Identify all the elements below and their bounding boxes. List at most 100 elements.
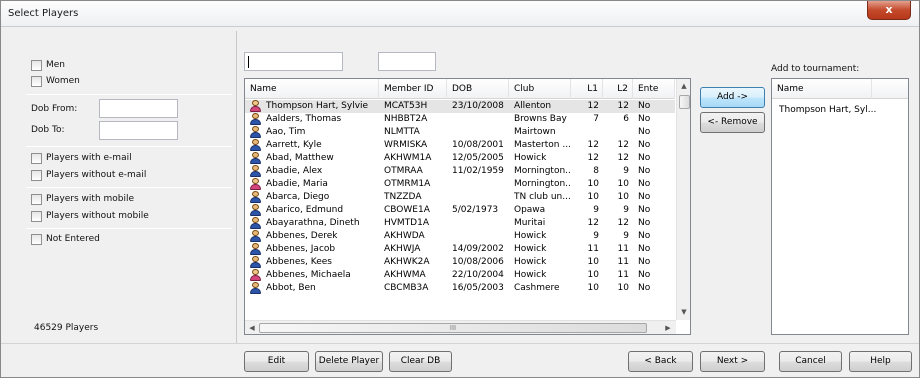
table-row[interactable]: Abayarathna, Dineth HVMTD1A Muritai 12 12 No [245, 217, 675, 230]
scroll-left-arrow-icon[interactable]: ◀ [247, 324, 257, 332]
help-button[interactable]: Help [849, 351, 912, 372]
column-header-dob[interactable]: DOB [447, 79, 509, 99]
vertical-scrollbar[interactable]: ▲ ▼ [676, 79, 690, 320]
cell-l1: 12 [587, 218, 599, 228]
male-player-icon [250, 204, 261, 216]
male-player-icon [250, 113, 261, 125]
delete-player-button[interactable]: Delete Player [315, 351, 383, 372]
table-row[interactable]: Abadie, Alex OTMRAA 11/02/1959 Mornington..… [245, 165, 675, 178]
table-row[interactable]: Abbenes, Kees AKHWK2A 10/08/2006 Howick 10 11… [245, 256, 675, 269]
table-row[interactable]: Abad, Matthew AKHWM1A 12/05/2005 Howick 12 12… [245, 152, 675, 165]
men-label: Men [46, 60, 66, 70]
cell-entered: No [638, 218, 651, 228]
not-entered-filter[interactable]: Not Entered [31, 232, 100, 246]
cell-name: Abbot, Ben [266, 283, 316, 293]
female-player-icon [250, 178, 261, 190]
tournament-column-name[interactable]: Name [772, 79, 872, 99]
without-email-filter[interactable]: Players without e-mail [31, 168, 146, 182]
table-row[interactable]: Abbenes, Michaela AKHWMA 22/10/2004 Howick 1… [245, 269, 675, 282]
table-row[interactable]: Abarico, Edmund CBOWE1A 5/02/1973 Opawa 9 9 No [245, 204, 675, 217]
column-header-club[interactable]: Club [509, 79, 571, 99]
players-grid[interactable]: Name Member ID DOB Club L1 L2 Ente Thomp… [244, 78, 691, 335]
without-mobile-filter[interactable]: Players without mobile [31, 209, 149, 223]
column-header-l1[interactable]: L1 [571, 79, 603, 99]
cell-dob [452, 178, 508, 191]
tournament-list-item[interactable]: Thompson Hart, Syl... [779, 105, 876, 115]
cell-entered: No [638, 153, 651, 163]
dob-from-label: Dob From: [31, 104, 78, 114]
men-checkbox[interactable] [31, 59, 42, 71]
cell-entered: No [638, 257, 651, 267]
cell-l2: 12 [617, 101, 629, 111]
scroll-right-arrow-icon[interactable]: ▶ [663, 324, 673, 332]
table-row[interactable]: Abbenes, Jacob AKHWJA 14/09/2002 Howick 11 11… [245, 243, 675, 256]
cell-l1: 12 [587, 101, 599, 111]
table-row[interactable]: Aao, Tim NLMTTA Mairtown No [245, 126, 675, 139]
table-row[interactable]: Abarca, Diego TNZZDA TN club un... 10 10 No [245, 191, 675, 204]
edit-button[interactable]: Edit [244, 351, 309, 372]
cell-l1: 9 [593, 205, 599, 215]
player-count: 46529 Players [34, 323, 99, 333]
table-row[interactable]: Aalders, Thomas NHBBT2A Browns Bay 7 6 No [245, 113, 675, 126]
with-mobile-filter[interactable]: Players with mobile [31, 192, 134, 206]
women-checkbox[interactable] [31, 75, 42, 87]
table-row[interactable]: Abadie, Maria OTMRM1A Mornington... 10 10 No [245, 178, 675, 191]
vertical-scroll-thumb[interactable] [679, 95, 690, 109]
remove-button[interactable]: <- Remove [700, 112, 765, 133]
dob-to-input[interactable] [99, 121, 178, 140]
cell-name: Abarico, Edmund [266, 205, 344, 215]
cell-entered: No [638, 114, 651, 124]
cell-l1: 12 [587, 140, 599, 150]
cell-dob [452, 191, 508, 204]
cell-l2: 12 [617, 153, 629, 163]
without-email-checkbox[interactable] [31, 169, 42, 181]
clear-db-button[interactable]: Clear DB [389, 351, 452, 372]
name-search-input[interactable] [244, 52, 343, 71]
column-header-l2[interactable]: L2 [603, 79, 633, 99]
cell-l2: 10 [617, 283, 629, 293]
member-id-search-input[interactable] [378, 52, 436, 71]
cell-club: Mornington... [514, 179, 570, 189]
column-header-member-id[interactable]: Member ID [379, 79, 447, 99]
table-row[interactable]: Aarrett, Kyle WRMISKA 10/08/2001 Masterton … [245, 139, 675, 152]
men-filter[interactable]: Men [31, 58, 65, 72]
next-button[interactable]: Next > [700, 351, 765, 372]
cell-club: Mornington... [514, 166, 570, 176]
male-player-icon [250, 165, 261, 177]
table-row[interactable]: Thompson Hart, Sylvie MCAT53H 23/10/2008 Al… [245, 100, 675, 113]
cell-dob: 23/10/2008 [452, 101, 504, 111]
close-button[interactable]: x [867, 1, 911, 20]
women-filter[interactable]: Women [31, 74, 80, 88]
back-button[interactable]: < Back [628, 351, 693, 372]
scroll-down-arrow-icon[interactable]: ▼ [677, 308, 690, 316]
divider [26, 187, 232, 188]
cell-club: Cashmere [514, 283, 560, 293]
table-row[interactable]: Abbenes, Derek AKHWDA Howick 9 9 No [245, 230, 675, 243]
column-header-entered[interactable]: Ente [633, 79, 675, 99]
cell-l1: 9 [593, 231, 599, 241]
cancel-button[interactable]: Cancel [779, 351, 842, 372]
cell-member-id: NHBBT2A [384, 114, 428, 124]
cell-entered: No [638, 101, 651, 111]
column-header-name[interactable]: Name [245, 79, 379, 99]
horizontal-scrollbar[interactable]: ◀ III ▶ [245, 320, 676, 334]
cell-club: Opawa [514, 205, 546, 215]
not-entered-checkbox[interactable] [31, 233, 42, 245]
add-button[interactable]: Add -> [700, 87, 765, 108]
cell-dob: 10/08/2006 [452, 257, 504, 267]
cell-entered: No [638, 166, 651, 176]
with-email-checkbox[interactable] [31, 152, 42, 164]
with-mobile-checkbox[interactable] [31, 193, 42, 205]
without-mobile-checkbox[interactable] [31, 210, 42, 222]
horizontal-scroll-thumb[interactable]: III [259, 323, 647, 333]
cell-member-id: HVMTD1A [384, 218, 429, 228]
dob-from-input[interactable] [99, 99, 178, 118]
cell-club: Howick [514, 257, 547, 267]
table-row[interactable]: Abbot, Ben CBCMB3A 16/05/2003 Cashmere 10 10 N… [245, 282, 675, 295]
with-email-filter[interactable]: Players with e-mail [31, 151, 132, 165]
cell-entered: No [638, 192, 651, 202]
cell-l1: 10 [587, 283, 599, 293]
tournament-list[interactable]: Name Thompson Hart, Syl... [771, 78, 909, 335]
cell-l1: 12 [587, 153, 599, 163]
scroll-up-arrow-icon[interactable]: ▲ [677, 82, 690, 90]
